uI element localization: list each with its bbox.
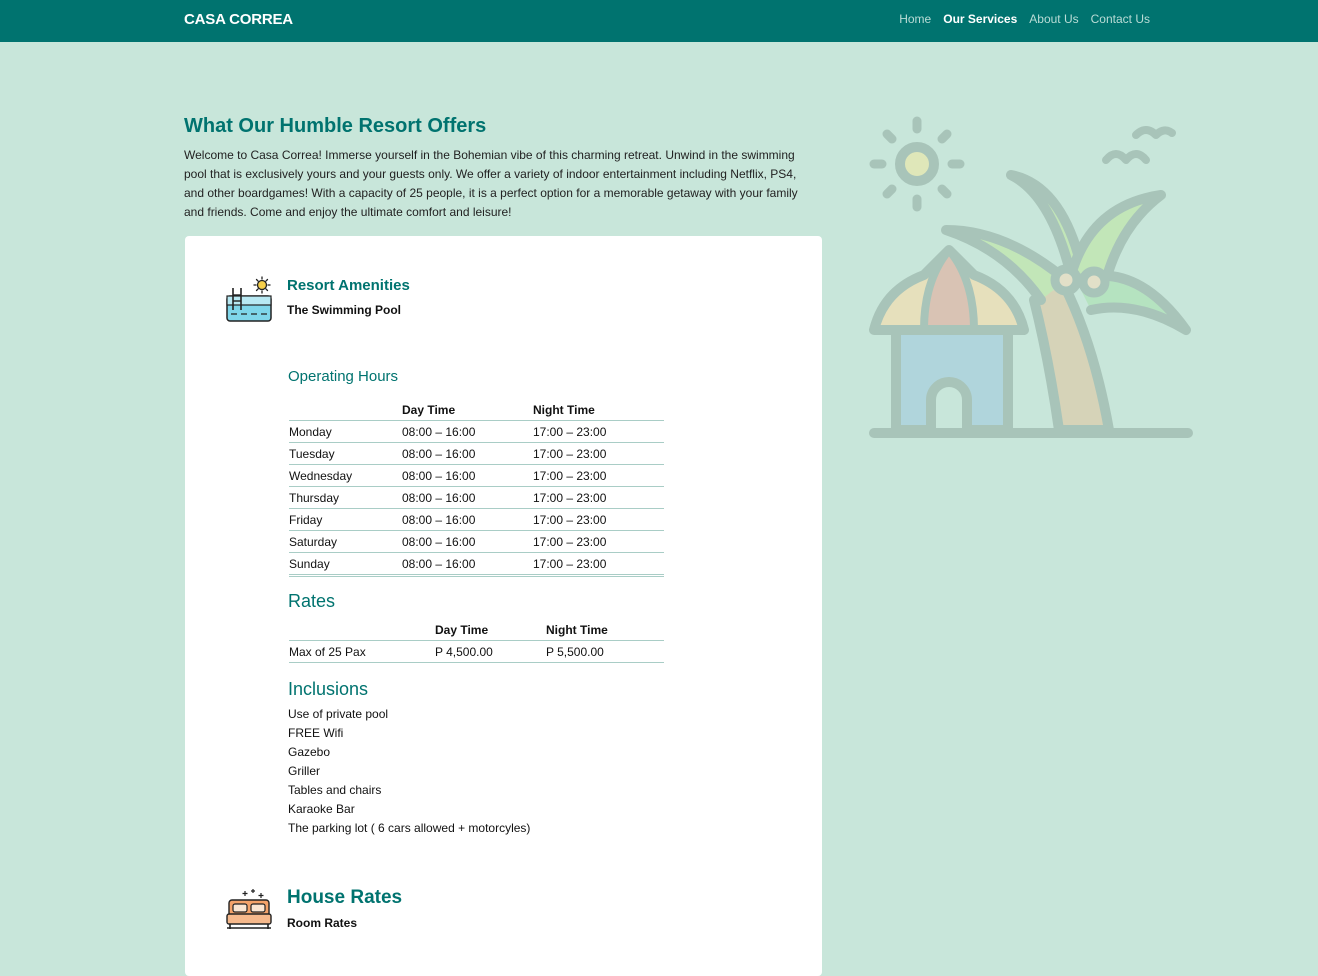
table-header: Day Time	[435, 616, 546, 641]
table-header: Night Time	[533, 396, 664, 421]
table-cell: 08:00 – 16:00	[402, 442, 533, 465]
table-cell: 17:00 – 23:00	[533, 530, 664, 553]
table-header	[289, 616, 435, 641]
resort-amenities-title: Resort Amenities	[287, 277, 410, 294]
brand-logo[interactable]: CASA CORREA	[184, 11, 293, 28]
table-header	[289, 396, 402, 421]
table-cell: Max of 25 Pax	[289, 640, 435, 663]
operating-hours-heading: Operating Hours	[288, 368, 399, 385]
rates-table: Day Time Night Time Max of 25 Pax P 4,50…	[289, 616, 664, 663]
beach-hut-palm-illustration	[866, 115, 1196, 445]
table-row: Tuesday 08:00 – 16:00 17:00 – 23:00	[289, 442, 664, 465]
list-item: Griller	[288, 764, 320, 778]
bed-icon	[225, 888, 273, 937]
operating-hours-table: Day Time Night Time Monday 08:00 – 16:00…	[289, 396, 664, 577]
table-cell: Monday	[289, 420, 402, 443]
nav-link-home[interactable]: Home	[899, 12, 931, 26]
nav-link-our-services[interactable]: Our Services	[943, 12, 1017, 26]
room-rates-subtitle: Room Rates	[287, 916, 358, 930]
table-cell: 17:00 – 23:00	[533, 486, 664, 509]
inclusions-heading: Inclusions	[288, 679, 369, 699]
services-card: Resort Amenities The Swimming Pool Opera…	[185, 236, 822, 976]
table-cell: P 4,500.00	[435, 640, 546, 663]
table-row: Thursday 08:00 – 16:00 17:00 – 23:00	[289, 486, 664, 509]
table-row: Wednesday 08:00 – 16:00 17:00 – 23:00	[289, 464, 664, 487]
table-cell: P 5,500.00	[546, 640, 664, 663]
inclusions-list: Use of private pool FREE Wifi Gazebo Gri…	[288, 705, 530, 838]
page-title: What Our Humble Resort Offers	[184, 115, 487, 137]
table-row: Monday 08:00 – 16:00 17:00 – 23:00	[289, 420, 664, 443]
table-header: Day Time	[402, 396, 533, 421]
table-cell: 08:00 – 16:00	[402, 530, 533, 553]
list-item: FREE Wifi	[288, 726, 344, 740]
nav-link-contact-us[interactable]: Contact Us	[1091, 12, 1150, 26]
nav-link-about-us[interactable]: About Us	[1029, 12, 1078, 26]
list-item: Gazebo	[288, 745, 331, 759]
table-row: Saturday 08:00 – 16:00 17:00 – 23:00	[289, 530, 664, 553]
table-cell: Friday	[289, 508, 402, 531]
table-row: Sunday 08:00 – 16:00 17:00 – 23:00	[289, 552, 664, 576]
table-cell: 17:00 – 23:00	[533, 552, 664, 576]
table-cell: 08:00 – 16:00	[402, 420, 533, 443]
list-item: Karaoke Bar	[288, 802, 355, 816]
swimming-pool-subtitle: The Swimming Pool	[287, 303, 402, 317]
swimming-pool-icon	[225, 276, 275, 329]
list-item: The parking lot ( 6 cars allowed + motor…	[288, 821, 531, 835]
table-cell: 17:00 – 23:00	[533, 420, 664, 443]
house-rates-title: House Rates	[287, 887, 403, 908]
intro-paragraph: Welcome to Casa Correa! Immerse yourself…	[184, 148, 798, 219]
table-cell: 17:00 – 23:00	[533, 508, 664, 531]
table-cell: 08:00 – 16:00	[402, 508, 533, 531]
table-cell: 08:00 – 16:00	[402, 464, 533, 487]
table-cell: Thursday	[289, 486, 402, 509]
table-cell: 08:00 – 16:00	[402, 486, 533, 509]
table-header: Night Time	[546, 616, 664, 641]
rates-heading: Rates	[288, 591, 336, 611]
table-row: Max of 25 Pax P 4,500.00 P 5,500.00	[289, 640, 664, 663]
table-cell: 17:00 – 23:00	[533, 442, 664, 465]
table-row: Friday 08:00 – 16:00 17:00 – 23:00	[289, 508, 664, 531]
table-cell: Sunday	[289, 552, 402, 576]
list-item: Tables and chairs	[288, 783, 382, 797]
table-cell: 08:00 – 16:00	[402, 552, 533, 576]
list-item: Use of private pool	[288, 707, 389, 721]
table-cell: Tuesday	[289, 442, 402, 465]
nav-links: Home Our Services About Us Contact Us	[899, 12, 1150, 26]
table-cell: Saturday	[289, 530, 402, 553]
table-cell: 17:00 – 23:00	[533, 464, 664, 487]
table-cell: Wednesday	[289, 464, 402, 487]
top-navbar: CASA CORREA Home Our Services About Us C…	[0, 0, 1318, 42]
